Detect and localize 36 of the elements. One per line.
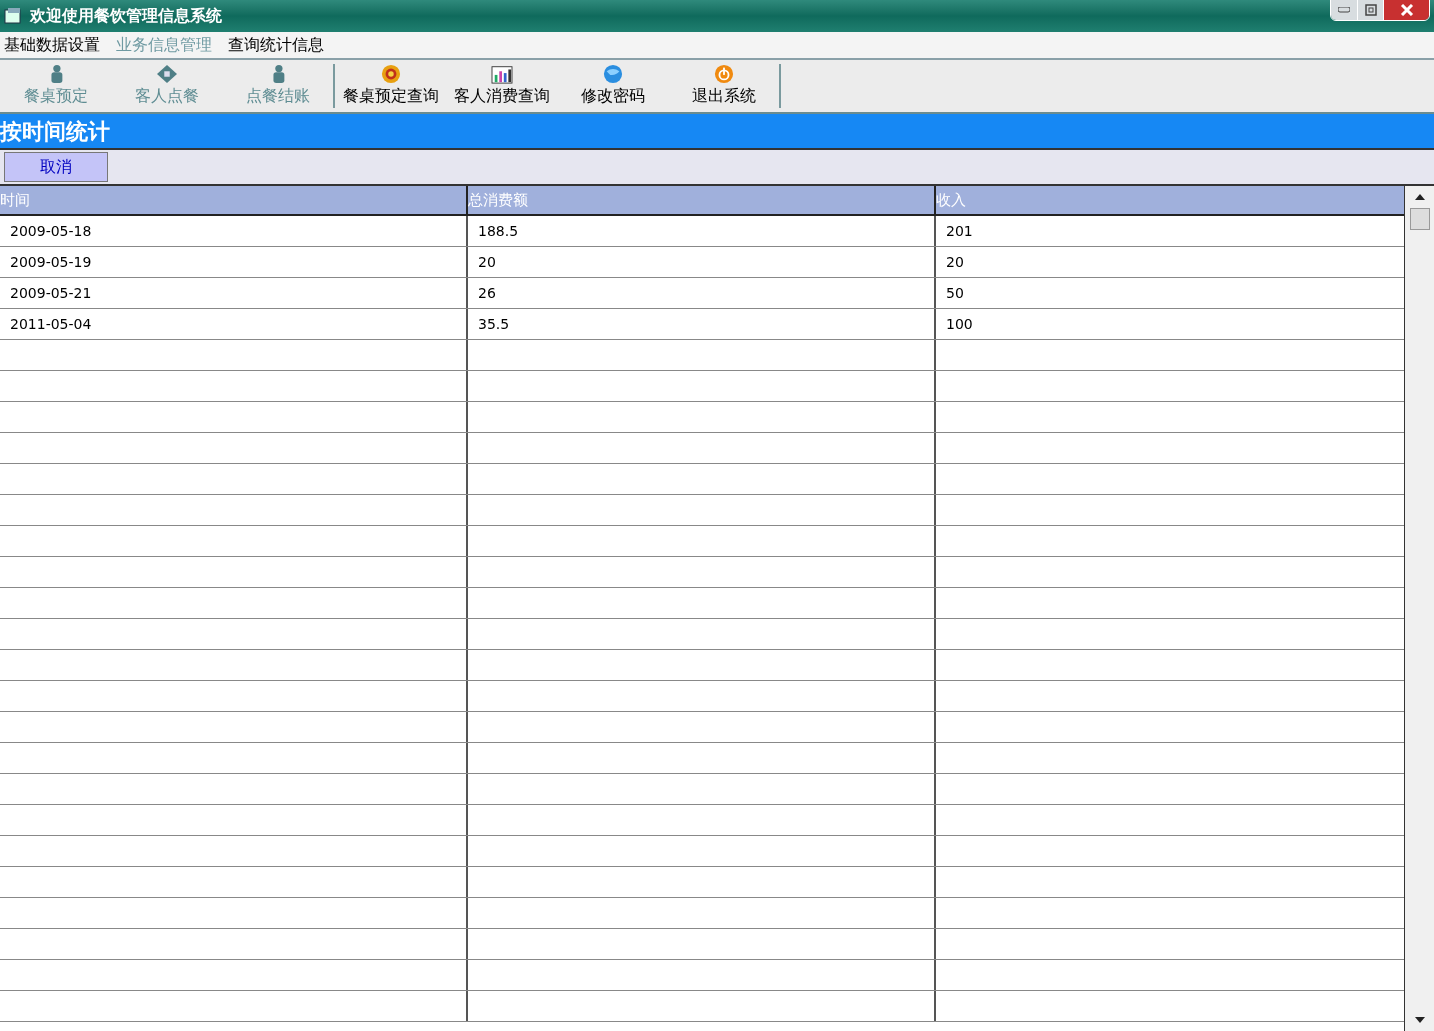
table-cell: 35.5	[468, 309, 936, 339]
scrollbar[interactable]	[1404, 186, 1434, 1031]
cancel-button[interactable]: 取消	[4, 152, 108, 182]
table-cell-text: 20	[945, 252, 965, 272]
toolbar-button[interactable]: 修改密码	[557, 64, 668, 108]
table-cell: 26	[468, 278, 936, 308]
globe-icon	[601, 64, 624, 84]
table-cell: 2009-05-21	[0, 278, 468, 308]
toolbar-button[interactable]: 餐桌预定查询	[335, 64, 446, 108]
coin-icon	[379, 64, 402, 84]
minimize-button[interactable]	[1331, 0, 1357, 20]
window-title: 欢迎使用餐饮管理信息系统	[30, 5, 222, 27]
table-cell: 2011-05-04	[0, 309, 468, 339]
table-cell-text: 50	[945, 283, 965, 303]
minimize-icon	[1338, 7, 1350, 13]
menu-item[interactable]: 查询统计信息	[228, 33, 324, 57]
menu-item[interactable]: 基础数据设置	[4, 33, 100, 57]
toolbar-button[interactable]: 退出系统	[668, 64, 779, 108]
table-cell-text: 201	[945, 221, 974, 241]
scroll-up-icon[interactable]	[1414, 194, 1425, 200]
app-icon	[4, 7, 22, 25]
table-cell: 188.5	[468, 216, 936, 246]
panel-header: 按时间统计	[0, 114, 1434, 150]
bar-chart-icon	[489, 64, 514, 84]
table-cell: 2009-05-19	[0, 247, 468, 277]
toolbar-button[interactable]: 客人消费查询	[446, 64, 557, 108]
table-cell: 2009-05-18	[0, 216, 468, 246]
maximize-button[interactable]	[1357, 0, 1383, 20]
scroll-down-icon[interactable]	[1414, 1017, 1425, 1023]
close-button[interactable]	[1383, 0, 1429, 20]
scroll-thumb[interactable]	[1409, 208, 1430, 230]
close-icon	[1399, 4, 1414, 16]
restore-icon	[1364, 4, 1377, 16]
power-icon	[712, 64, 735, 84]
table-cell: 20	[468, 247, 936, 277]
table-cell-text: 100	[945, 314, 974, 334]
